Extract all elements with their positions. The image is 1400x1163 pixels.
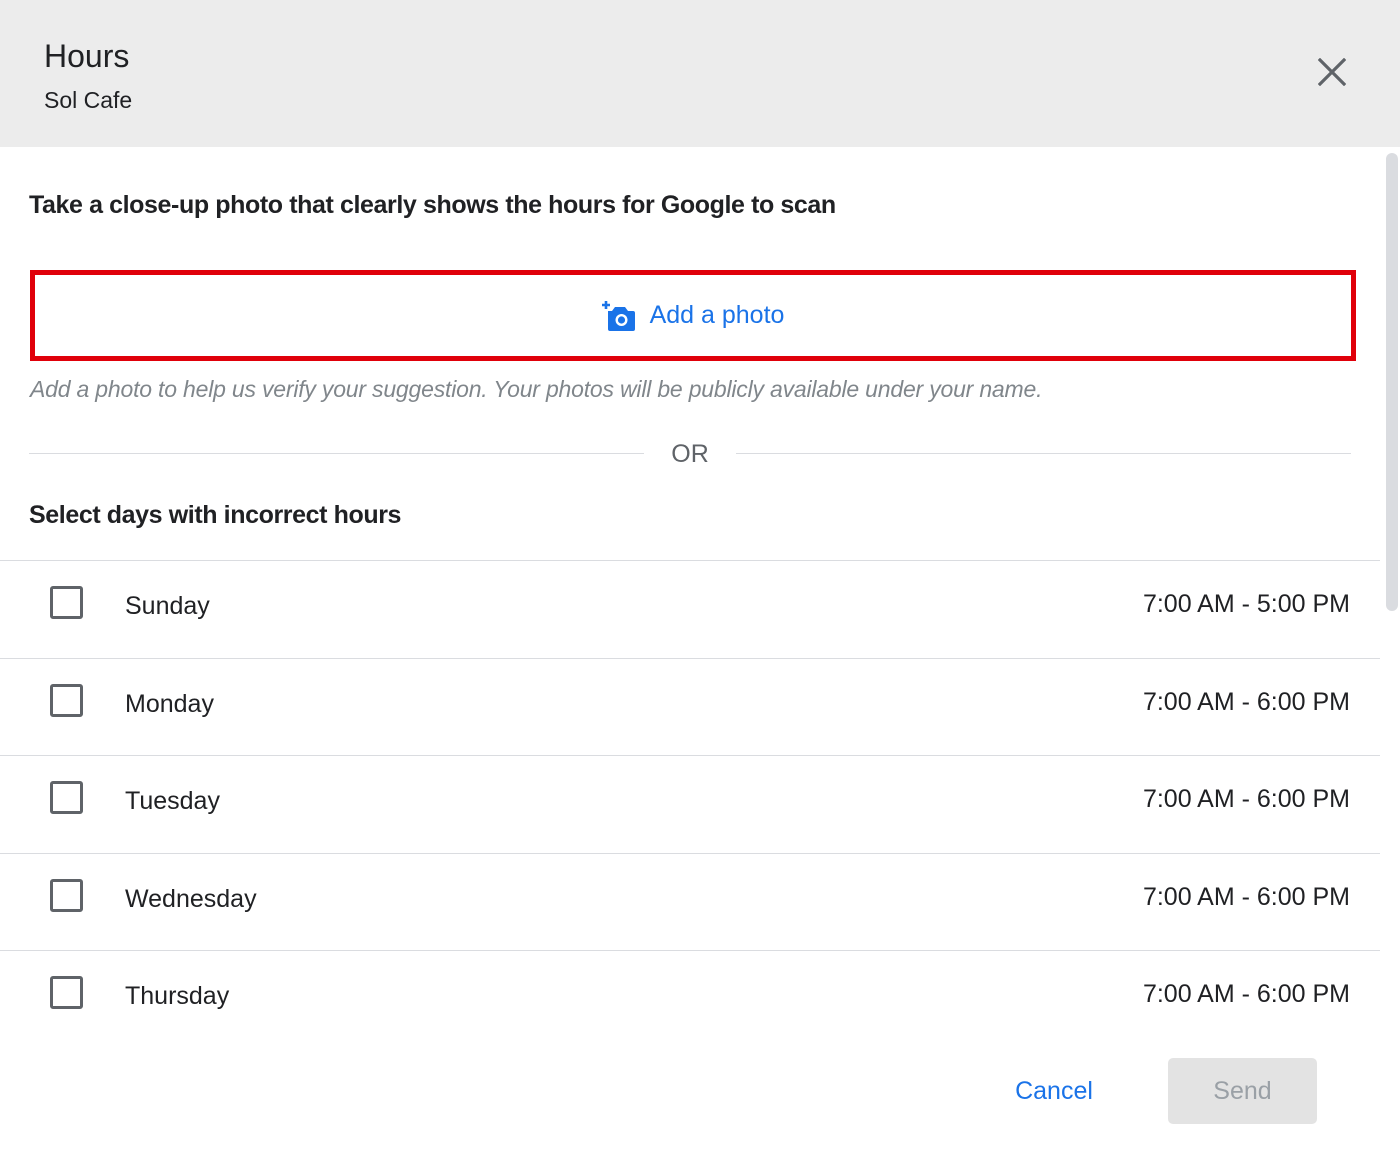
cancel-button[interactable]: Cancel xyxy=(990,1058,1118,1124)
photo-instruction: Take a close-up photo that clearly shows… xyxy=(29,191,836,219)
day-name: Tuesday xyxy=(125,787,220,815)
day-name: Thursday xyxy=(125,982,230,1010)
day-row-tuesday[interactable]: Tuesday 7:00 AM - 6:00 PM xyxy=(0,755,1380,853)
place-name: Sol Cafe xyxy=(44,87,133,113)
day-name: Monday xyxy=(125,689,214,718)
checkbox-sunday[interactable] xyxy=(50,586,83,619)
day-name: Wednesday xyxy=(125,884,257,913)
day-row-thursday[interactable]: Thursday 7:00 AM - 6:00 PM xyxy=(0,950,1380,1048)
checkbox-monday[interactable] xyxy=(50,683,83,717)
day-row-wednesday[interactable]: Wednesday 7:00 AM - 6:00 PM xyxy=(0,852,1380,951)
or-label: OR xyxy=(671,440,709,468)
or-divider: OR xyxy=(29,440,1351,470)
scrollbar-thumb[interactable] xyxy=(1386,153,1398,611)
days-section-title: Select days with incorrect hours xyxy=(29,501,402,529)
day-name: Sunday xyxy=(125,592,210,620)
dialog-header: Hours Sol Cafe xyxy=(0,0,1400,147)
add-photo-label: Add a photo xyxy=(649,301,785,329)
checkbox-tuesday[interactable] xyxy=(50,781,83,814)
divider-line-left xyxy=(29,453,644,454)
hours-dialog: Hours Sol Cafe Take a close-up photo tha… xyxy=(0,0,1400,1163)
dialog-title: Hours xyxy=(44,38,130,74)
day-hours: 7:00 AM - 6:00 PM xyxy=(1142,980,1350,1008)
day-row-monday[interactable]: Monday 7:00 AM - 6:00 PM xyxy=(0,657,1380,756)
divider-line-right xyxy=(736,453,1351,454)
close-button[interactable] xyxy=(1308,48,1356,96)
day-row-sunday[interactable]: Sunday 7:00 AM - 5:00 PM xyxy=(0,560,1380,658)
add-a-photo-icon xyxy=(601,300,635,331)
add-photo-button[interactable]: Add a photo xyxy=(30,270,1356,361)
checkbox-wednesday[interactable] xyxy=(50,878,83,912)
day-hours: 7:00 AM - 6:00 PM xyxy=(1142,687,1350,716)
photo-helper-text: Add a photo to help us verify your sugge… xyxy=(30,376,1043,402)
day-hours: 7:00 AM - 5:00 PM xyxy=(1142,590,1350,618)
day-list: Sunday 7:00 AM - 5:00 PM Monday 7:00 AM … xyxy=(0,560,1380,1048)
close-icon xyxy=(1318,58,1346,86)
send-button[interactable]: Send xyxy=(1168,1058,1317,1124)
checkbox-thursday[interactable] xyxy=(50,976,83,1009)
day-hours: 7:00 AM - 6:00 PM xyxy=(1142,785,1350,813)
day-hours: 7:00 AM - 6:00 PM xyxy=(1142,882,1350,911)
